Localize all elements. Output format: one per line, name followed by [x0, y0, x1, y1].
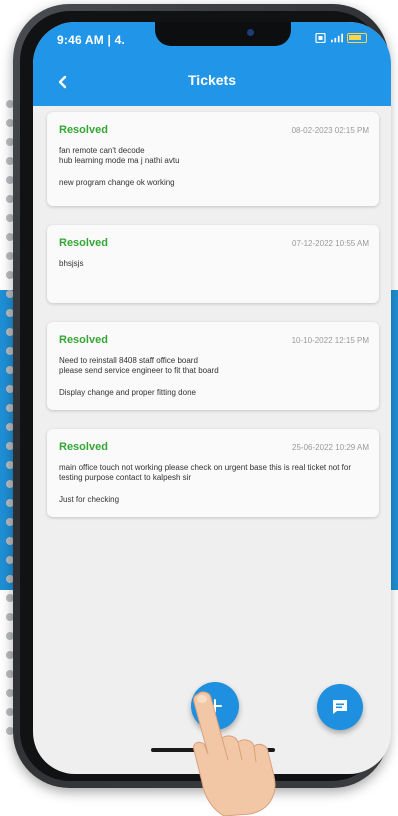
phone-screen: 9:46 AM | 4. Tickets Resolved 08-02-2023…	[33, 22, 391, 774]
ticket-date: 25-06-2022 10:29 AM	[292, 442, 369, 452]
ticket-description: main office touch not working please che…	[59, 463, 352, 482]
ticket-date: 07-12-2022 10:55 AM	[292, 238, 369, 248]
sim-icon	[315, 33, 326, 43]
chat-button[interactable]	[317, 684, 363, 730]
ticket-date: 10-10-2022 12:15 PM	[291, 335, 369, 345]
ticket-description: bhsjsjs	[59, 259, 84, 268]
status-badge: Resolved	[59, 441, 108, 453]
ticket-remark: Just for checking	[59, 495, 120, 504]
app-bar: Tickets	[33, 56, 391, 106]
ticket-remark: new program change ok working	[59, 178, 175, 187]
front-camera	[247, 29, 254, 36]
hand-pointer-illustration	[193, 691, 276, 816]
status-icons	[315, 33, 367, 43]
ticket-date: 08-02-2023 02:15 PM	[291, 125, 369, 135]
chat-icon	[333, 700, 347, 714]
ticket-card[interactable]: Resolved 10-10-2022 12:15 PM Need to rei…	[47, 322, 379, 410]
status-badge: Resolved	[59, 124, 108, 136]
battery-icon	[347, 33, 367, 43]
ticket-list: Resolved 08-02-2023 02:15 PM fan remote …	[47, 112, 379, 536]
status-badge: Resolved	[59, 334, 108, 346]
status-badge: Resolved	[59, 237, 108, 249]
signal-icon	[331, 33, 343, 43]
status-bar: 9:46 AM | 4.	[33, 22, 391, 56]
page-title: Tickets	[188, 72, 236, 88]
status-time: 9:46 AM | 4.	[57, 33, 126, 47]
ticket-remark: Display change and proper fitting done	[59, 388, 196, 397]
notch	[155, 22, 291, 46]
ticket-description: fan remote can't decode hub learning mod…	[59, 146, 180, 165]
ticket-description: Need to reinstall 8408 staff office boar…	[59, 356, 219, 375]
ticket-card[interactable]: Resolved 07-12-2022 10:55 AM bhsjsjs	[47, 225, 379, 303]
ticket-card[interactable]: Resolved 25-06-2022 10:29 AM main office…	[47, 429, 379, 517]
ticket-card[interactable]: Resolved 08-02-2023 02:15 PM fan remote …	[47, 112, 379, 206]
